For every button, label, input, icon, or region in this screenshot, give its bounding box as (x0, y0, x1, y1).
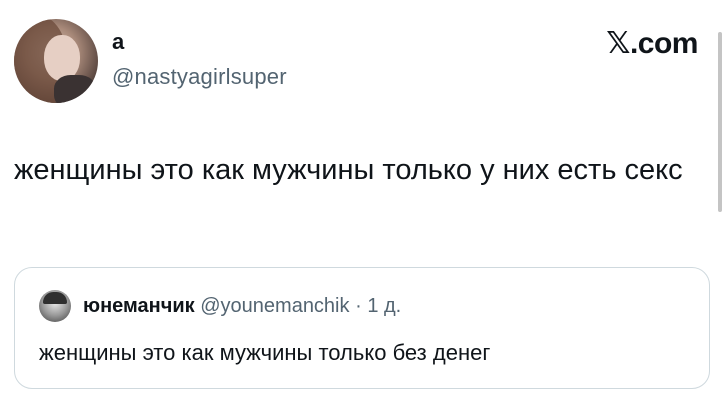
quoted-tweet-card[interactable]: юнеманчик @younemanchik · 1 д. женщины э… (14, 267, 710, 389)
quoted-author-display-name[interactable]: юнеманчик (83, 295, 195, 317)
tweet-text: женщины это как мужчины только у них ест… (14, 154, 683, 186)
scrollbar[interactable] (718, 32, 722, 212)
author-display-name[interactable]: а (112, 30, 124, 54)
quoted-tweet-timestamp[interactable]: 1 д. (367, 295, 401, 317)
x-com-logo: 𝕏.com (606, 27, 698, 60)
avatar-cap-shape (43, 292, 67, 304)
quoted-tweet-header: юнеманчик @younemanchik · 1 д. (83, 292, 401, 320)
quoted-author-avatar[interactable] (39, 290, 71, 322)
author-handle[interactable]: @nastyagirlsuper (112, 64, 287, 90)
quoted-tweet-text: женщины это как мужчины только без денег (39, 340, 491, 365)
avatar-hand-shape (54, 75, 96, 103)
author-avatar[interactable] (14, 19, 98, 103)
separator-dot: · (355, 295, 362, 317)
quoted-author-handle[interactable]: @younemanchik (200, 295, 349, 317)
